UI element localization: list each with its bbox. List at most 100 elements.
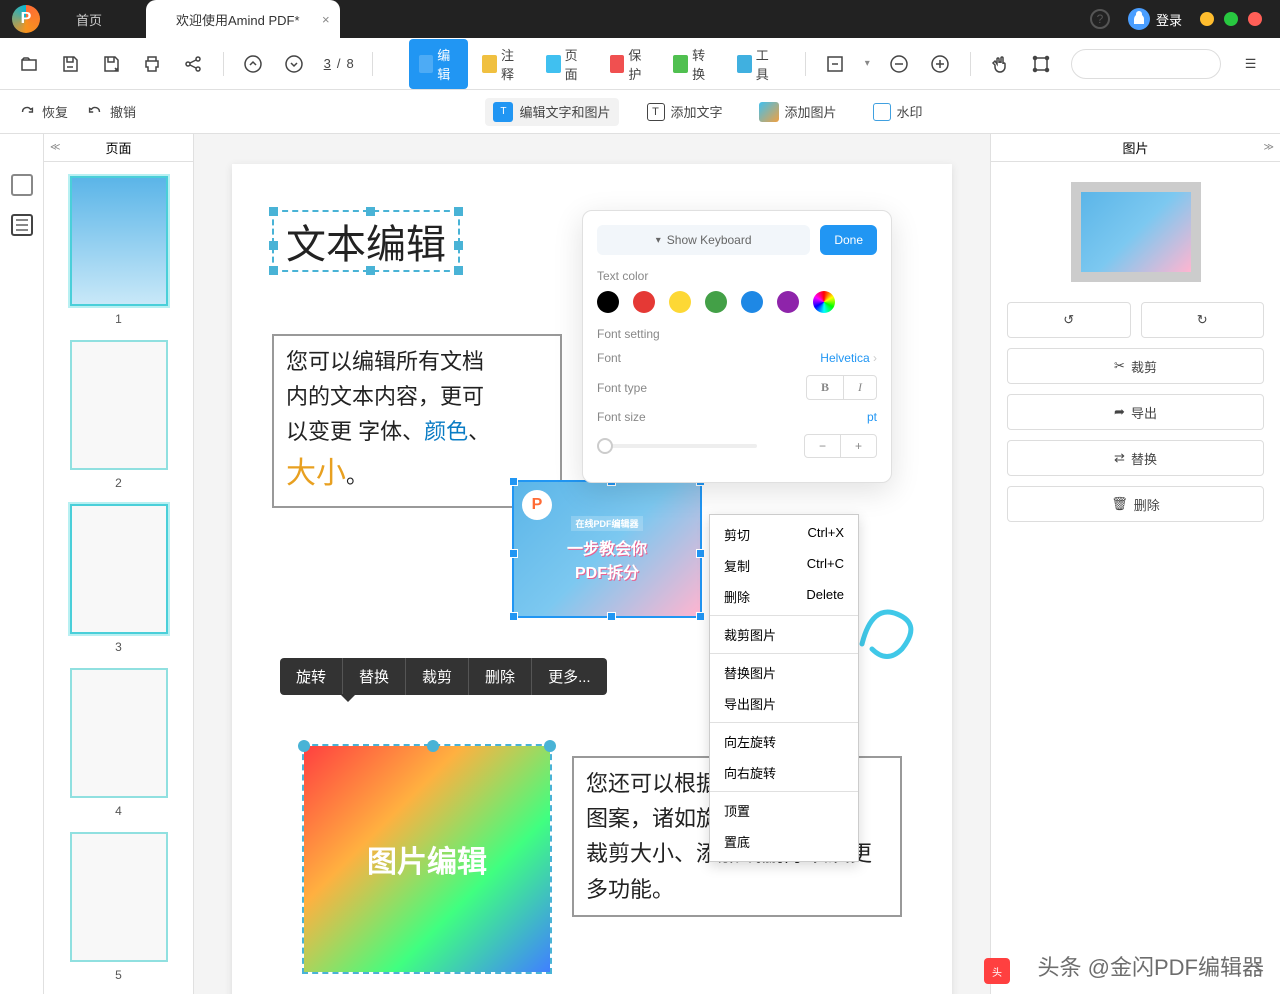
export-button[interactable]: ➦导出 — [1007, 394, 1264, 430]
page-total: 8 — [347, 56, 354, 71]
fb-replace[interactable]: 替换 — [343, 658, 406, 695]
close-icon[interactable]: × — [322, 12, 330, 27]
outline-icon[interactable] — [11, 214, 33, 236]
crop-button[interactable]: ✂裁剪 — [1007, 348, 1264, 384]
cm-cut[interactable]: 剪切Ctrl+X — [710, 519, 858, 550]
crop-icon: ✂ — [1114, 358, 1125, 374]
right-panel: ≫ 图片 ↺ ↻ ✂裁剪 ➦导出 ⇄替换 🗑删除 — [990, 134, 1280, 994]
add-text-button[interactable]: T添加文字 — [639, 98, 731, 126]
image-selection[interactable]: P 在线PDF编辑器 一步教会你 PDF拆分 — [512, 480, 702, 618]
cm-delete[interactable]: 删除Delete — [710, 581, 858, 612]
avatar-icon[interactable] — [1128, 8, 1150, 30]
hand-icon[interactable] — [989, 51, 1012, 77]
cm-export-image[interactable]: 导出图片 — [710, 688, 858, 719]
page: 文本编辑 您可以编辑所有文档 内的文本内容，更可 以变更 字体、颜色、 大小。 … — [232, 164, 952, 994]
main-toolbar: 3 / 8 编辑 注释 页面 保护 转换 工具 ▾ ☰ — [0, 38, 1280, 90]
bold-button[interactable]: B — [807, 376, 844, 399]
cm-to-front[interactable]: 顶置 — [710, 795, 858, 826]
fb-delete[interactable]: 删除 — [469, 658, 532, 695]
text-color-label: Text color — [597, 269, 877, 283]
minus-button[interactable]: − — [805, 435, 841, 457]
trash-icon: 🗑 — [1111, 496, 1128, 512]
fit-icon[interactable] — [824, 51, 847, 77]
canvas-area[interactable]: 文本编辑 您可以编辑所有文档 内的文本内容，更可 以变更 字体、颜色、 大小。 … — [194, 134, 990, 994]
print-icon[interactable] — [141, 51, 164, 77]
tab-edit[interactable]: 编辑 — [409, 39, 469, 89]
color-picker-icon[interactable] — [813, 291, 835, 313]
done-button[interactable]: Done — [820, 225, 877, 255]
replace-icon: ⇄ — [1114, 450, 1125, 466]
thumb-3[interactable]: 3 — [60, 504, 177, 654]
cm-copy[interactable]: 复制Ctrl+C — [710, 550, 858, 581]
close-window-button[interactable] — [1248, 12, 1262, 26]
cm-rotate-left[interactable]: 向左旋转 — [710, 726, 858, 757]
thumb-5[interactable]: 5 — [60, 832, 177, 982]
zoom-out-icon[interactable] — [888, 51, 911, 77]
rotate-cw-button[interactable]: ↻ — [1141, 302, 1265, 338]
save-icon[interactable] — [59, 51, 82, 77]
select-icon[interactable] — [1030, 51, 1053, 77]
redo-button[interactable]: 恢复 — [18, 102, 68, 121]
tab-page[interactable]: 页面 — [536, 39, 596, 89]
delete-button[interactable]: 🗑删除 — [1007, 486, 1264, 522]
color-green[interactable] — [705, 291, 727, 313]
page-up-icon[interactable] — [242, 51, 265, 77]
tab-annotate[interactable]: 注释 — [472, 39, 532, 89]
menu-icon[interactable]: ☰ — [1239, 51, 1262, 77]
maximize-button[interactable] — [1224, 12, 1238, 26]
color-blue[interactable] — [741, 291, 763, 313]
collapse-icon[interactable]: ≪ — [50, 142, 60, 153]
font-select[interactable]: Helvetica › — [820, 351, 877, 365]
fb-more[interactable]: 更多... — [532, 658, 607, 695]
login-label[interactable]: 登录 — [1156, 10, 1182, 29]
image-logo-icon: P — [522, 490, 552, 520]
color-purple[interactable] — [777, 291, 799, 313]
cm-replace-image[interactable]: 替换图片 — [710, 657, 858, 688]
edit-text-image-button[interactable]: T编辑文字和图片 — [485, 98, 618, 126]
left-rail — [0, 134, 44, 994]
tab-tools[interactable]: 工具 — [727, 39, 787, 89]
home-tab[interactable]: 首页 — [52, 10, 126, 29]
page-down-icon[interactable] — [283, 51, 306, 77]
text-selection[interactable]: 文本编辑 — [272, 210, 460, 272]
replace-button[interactable]: ⇄替换 — [1007, 440, 1264, 476]
help-icon[interactable]: ? — [1090, 9, 1110, 29]
page-current[interactable]: 3 — [324, 56, 331, 71]
italic-button[interactable]: I — [844, 376, 876, 399]
thumb-4[interactable]: 4 — [60, 668, 177, 818]
zoom-in-icon[interactable] — [929, 51, 952, 77]
rotate-ccw-button[interactable]: ↺ — [1007, 302, 1131, 338]
open-icon[interactable] — [18, 51, 41, 77]
fb-rotate[interactable]: 旋转 — [280, 658, 343, 695]
cm-crop-image[interactable]: 裁剪图片 — [710, 619, 858, 650]
expand-icon[interactable]: ≫ — [1264, 142, 1274, 153]
cm-to-back[interactable]: 置底 — [710, 826, 858, 857]
color-yellow[interactable] — [669, 291, 691, 313]
font-setting-label: Font setting — [597, 327, 877, 341]
thumbnails-panel: ≪ 页面 1 2 3 4 5 — [44, 134, 194, 994]
watermark-button[interactable]: 水印 — [865, 98, 931, 126]
image-preview — [1071, 182, 1201, 282]
undo-button[interactable]: 撤销 — [86, 102, 136, 121]
add-image-button[interactable]: 添加图片 — [751, 98, 845, 126]
font-size-value[interactable]: pt — [867, 410, 877, 424]
fb-crop[interactable]: 裁剪 — [406, 658, 469, 695]
search-input[interactable] — [1071, 49, 1221, 79]
gradient-selection[interactable]: 图片编辑 — [302, 744, 552, 974]
cm-rotate-right[interactable]: 向右旋转 — [710, 757, 858, 788]
color-red[interactable] — [633, 291, 655, 313]
thumb-1[interactable]: 1 — [60, 176, 177, 326]
watermark-text: 头条 @金闪PDF编辑器 — [1038, 950, 1264, 982]
save-as-icon[interactable] — [100, 51, 123, 77]
plus-button[interactable]: + — [841, 435, 876, 457]
thumbnails-icon[interactable] — [11, 174, 33, 196]
show-keyboard-button[interactable]: ▾Show Keyboard — [597, 225, 810, 255]
tab-convert[interactable]: 转换 — [663, 39, 723, 89]
color-black[interactable] — [597, 291, 619, 313]
thumb-2[interactable]: 2 — [60, 340, 177, 490]
share-icon[interactable] — [182, 51, 205, 77]
slider[interactable] — [597, 444, 757, 448]
active-tab[interactable]: 欢迎使用Amind PDF* × — [146, 0, 340, 38]
minimize-button[interactable] — [1200, 12, 1214, 26]
tab-protect[interactable]: 保护 — [600, 39, 660, 89]
